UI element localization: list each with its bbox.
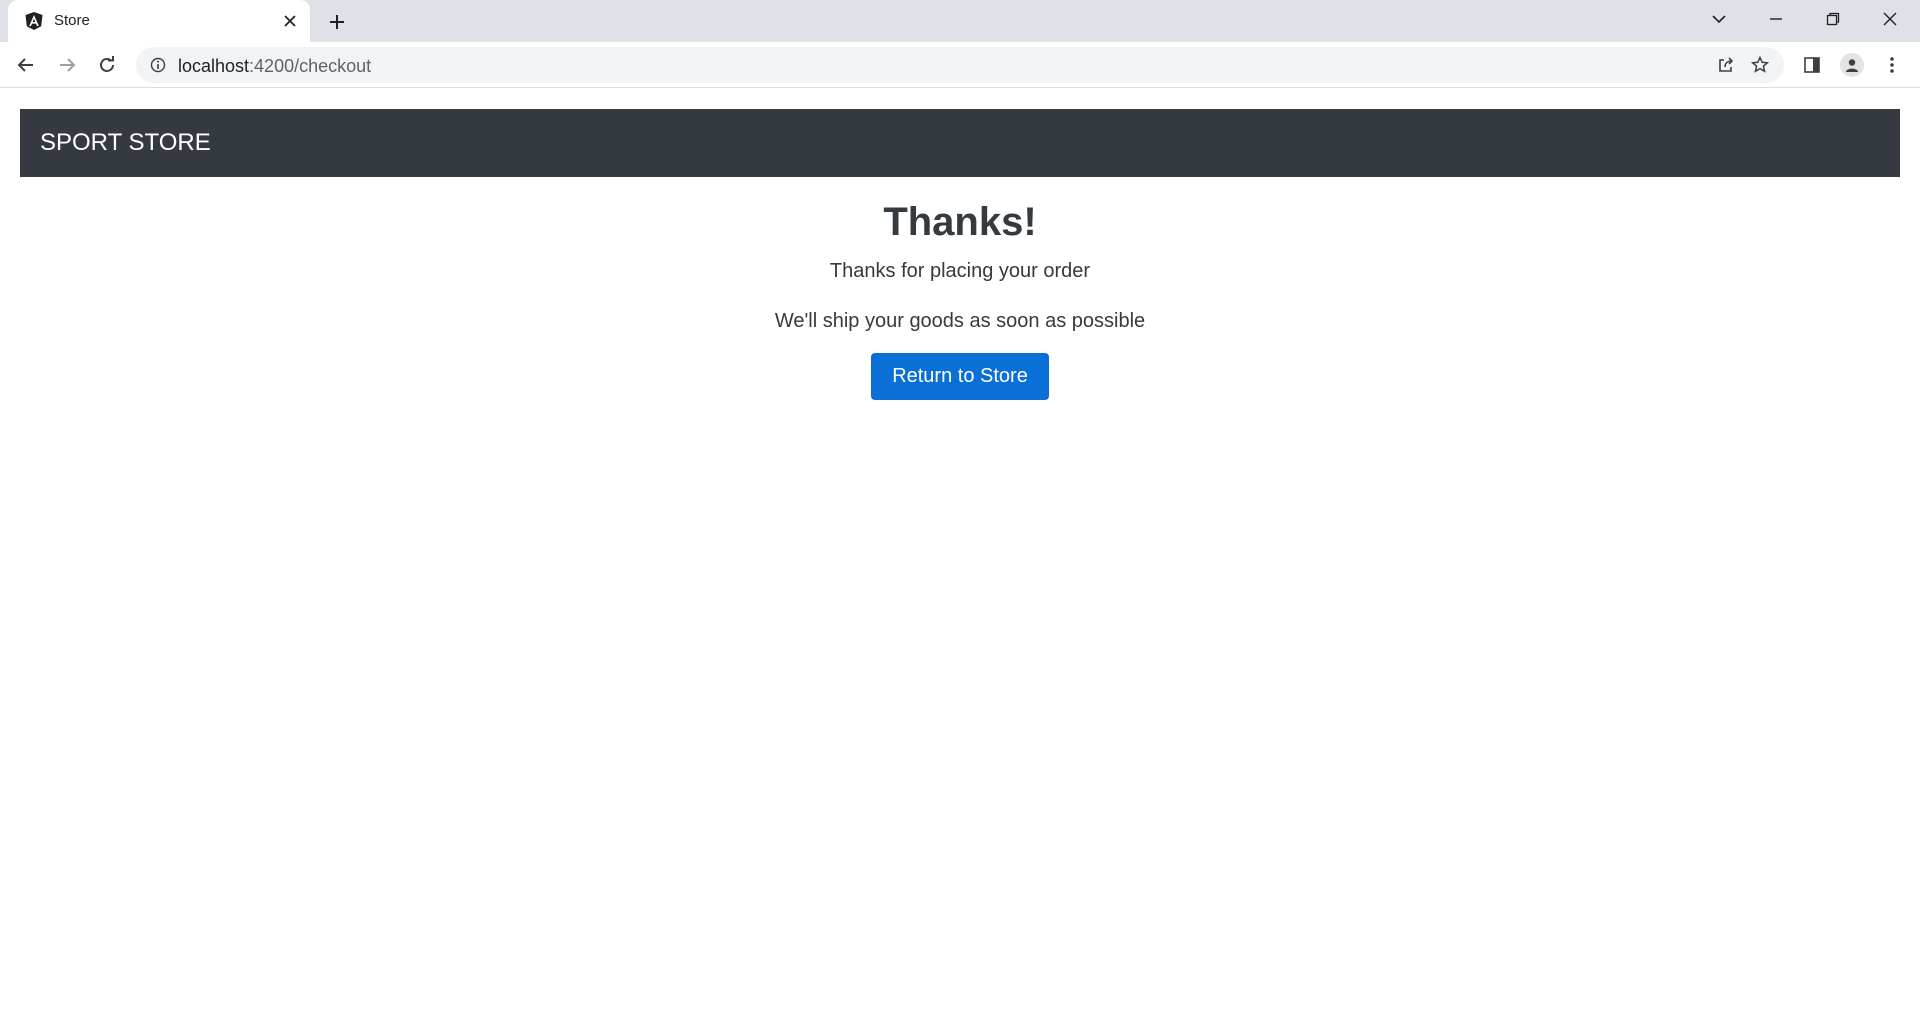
tab-title: Store bbox=[54, 12, 90, 29]
checkout-confirmation: Thanks! Thanks for placing your order We… bbox=[0, 190, 1920, 400]
url-path: :4200/checkout bbox=[249, 56, 372, 76]
url-text[interactable]: localhost:4200/checkout bbox=[178, 56, 371, 77]
store-navbar: SPORT STORE bbox=[20, 109, 1900, 177]
browser-tab[interactable]: Store bbox=[8, 0, 310, 42]
side-panel-icon[interactable] bbox=[1798, 51, 1826, 79]
close-tab-icon[interactable] bbox=[280, 11, 300, 31]
back-arrow-icon[interactable] bbox=[12, 51, 40, 79]
close-window-icon[interactable] bbox=[1875, 6, 1905, 32]
return-to-store-button[interactable]: Return to Store bbox=[871, 353, 1049, 400]
bookmark-star-icon[interactable] bbox=[1748, 53, 1772, 77]
forward-arrow-icon[interactable] bbox=[53, 51, 81, 79]
menu-kebab-icon[interactable] bbox=[1878, 51, 1906, 79]
tab-strip: Store bbox=[0, 0, 1920, 42]
order-thanks-text: Thanks for placing your order bbox=[829, 260, 1091, 282]
minimize-icon[interactable] bbox=[1761, 6, 1791, 32]
browser-toolbar: localhost:4200/checkout bbox=[0, 42, 1920, 88]
url-host: localhost bbox=[178, 56, 250, 76]
restore-icon[interactable] bbox=[1818, 6, 1848, 32]
tab-search-chevron-icon[interactable] bbox=[1704, 6, 1734, 32]
info-icon[interactable] bbox=[148, 55, 168, 75]
page-title: Thanks! bbox=[883, 200, 1037, 244]
share-icon[interactable] bbox=[1714, 53, 1738, 77]
reload-icon[interactable] bbox=[93, 51, 121, 79]
profile-avatar-icon[interactable] bbox=[1838, 51, 1866, 79]
angular-icon bbox=[24, 11, 44, 31]
shipping-notice-text: We'll ship your goods as soon as possibl… bbox=[774, 310, 1146, 332]
new-tab-icon[interactable] bbox=[326, 11, 348, 33]
navbar-brand[interactable]: SPORT STORE bbox=[40, 129, 211, 157]
address-bar[interactable]: localhost:4200/checkout bbox=[136, 47, 1784, 83]
